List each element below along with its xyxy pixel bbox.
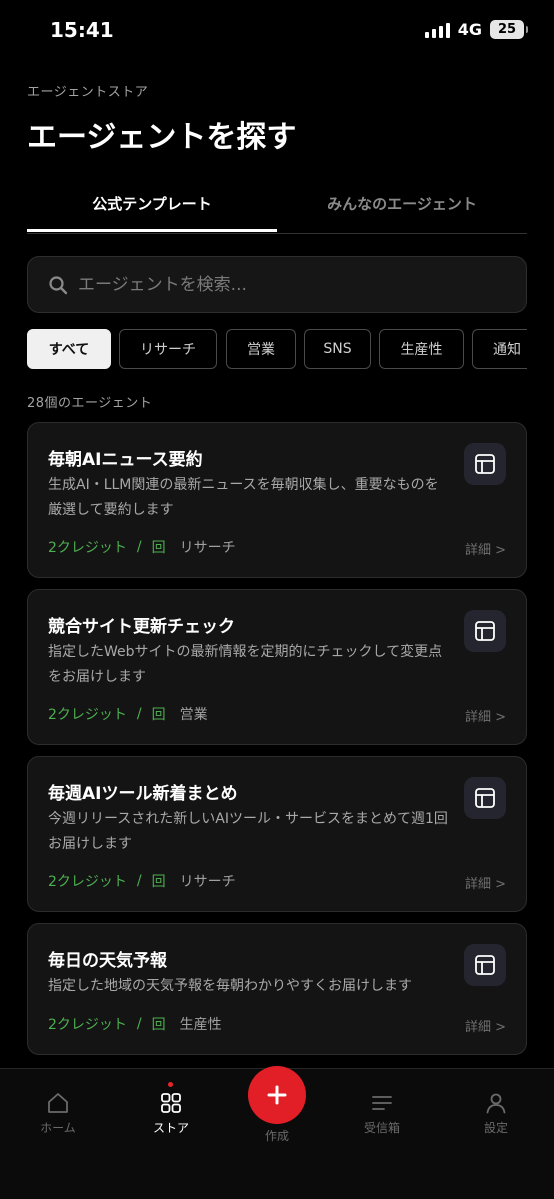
status-time: 15:41 [50, 18, 114, 42]
agent-credits: 2クレジット [48, 707, 127, 723]
chip-research[interactable]: リサーチ [119, 329, 217, 369]
nav-settings[interactable]: 設定 [456, 1091, 536, 1136]
agent-credits: 2クレジット [48, 540, 127, 556]
chip-sales[interactable]: 営業 [226, 329, 296, 369]
meta-per-run: 回 [151, 540, 166, 556]
home-icon [48, 1093, 68, 1113]
grid-icon [161, 1093, 181, 1113]
agent-description: 生成AI・LLM関連の最新ニュースを毎朝収集し、重要なものを厳選して要約します [48, 477, 439, 518]
template-icon [464, 443, 506, 485]
category-filter: すべて リサーチ 営業 SNS 生産性 通知 [27, 329, 527, 369]
cellular-signal-icon [424, 22, 450, 38]
agent-category: リサーチ [179, 874, 236, 890]
agent-meta: 2クレジット / 回 営業 [48, 704, 208, 724]
agent-meta: 2クレジット / 回 生産性 [48, 1014, 222, 1034]
tab-community-agents[interactable]: みんなのエージェント [277, 180, 527, 232]
nav-store[interactable]: ストア [131, 1082, 211, 1136]
meta-per-run: 回 [151, 1017, 166, 1033]
meta-separator: / [136, 873, 142, 889]
template-icon [464, 944, 506, 986]
user-icon [486, 1093, 506, 1114]
agent-category: 営業 [179, 707, 208, 723]
agent-category: 生産性 [179, 1017, 222, 1033]
chip-sns[interactable]: SNS [304, 329, 371, 369]
search-box [27, 256, 527, 313]
search-icon [49, 276, 68, 295]
active-dot [168, 1082, 173, 1087]
create-button[interactable] [248, 1066, 306, 1124]
nav-inbox-label: 受信箱 [363, 1121, 400, 1135]
agent-description: 指定した地域の天気予報を毎朝わかりやすくお届けします [48, 978, 412, 994]
agent-card[interactable]: 毎朝AIニュース要約 生成AI・LLM関連の最新ニュースを毎朝収集し、重要なもの… [27, 422, 527, 578]
chip-notification[interactable]: 通知 [472, 329, 527, 369]
agent-title: 毎日の天気予報 [48, 951, 167, 971]
status-indicators: 4G 25 [424, 20, 528, 39]
meta-per-run: 回 [151, 707, 166, 723]
nav-home[interactable]: ホーム [18, 1091, 98, 1136]
agent-count: 28個のエージェント [27, 396, 153, 411]
status-bar: 15:41 4G 25 [0, 0, 554, 62]
search-input[interactable] [78, 257, 508, 312]
agent-card[interactable]: 毎日の天気予報 指定した地域の天気予報を毎朝わかりやすくお届けします 2クレジッ… [27, 923, 527, 1055]
chip-productivity[interactable]: 生産性 [379, 329, 464, 369]
agent-description: 今週リリースされた新しいAIツール・サービスをまとめて週1回お届けします [48, 811, 448, 852]
template-icon [464, 610, 506, 652]
detail-link[interactable]: 詳細 > [465, 873, 506, 892]
nav-store-label: ストア [152, 1121, 189, 1135]
meta-separator: / [136, 706, 142, 722]
agent-title: 競合サイト更新チェック [48, 617, 235, 637]
page-title: エージェントを探す [27, 120, 297, 155]
nav-settings-label: 設定 [483, 1121, 508, 1135]
template-icon [464, 777, 506, 819]
meta-per-run: 回 [151, 874, 166, 890]
network-type: 4G [457, 20, 482, 39]
agent-card[interactable]: 競合サイト更新チェック 指定したWebサイトの最新情報を定期的にチェックして変更… [27, 589, 527, 745]
agent-category: リサーチ [179, 540, 236, 556]
plus-icon [267, 1085, 287, 1105]
list-icon [372, 1096, 392, 1110]
agent-card[interactable]: 毎週AIツール新着まとめ 今週リリースされた新しいAIツール・サービスをまとめて… [27, 756, 527, 912]
agent-description: 指定したWebサイトの最新情報を定期的にチェックして変更点をお届けします [48, 644, 443, 685]
detail-link[interactable]: 詳細 > [465, 1016, 506, 1035]
battery-icon: 25 [490, 20, 528, 39]
tab-bar: 公式テンプレート みんなのエージェント [27, 180, 527, 234]
breadcrumb: エージェントストア [27, 85, 149, 100]
detail-link[interactable]: 詳細 > [465, 539, 506, 558]
meta-separator: / [136, 539, 142, 555]
battery-level: 25 [497, 22, 517, 37]
agent-meta: 2クレジット / 回 リサーチ [48, 871, 236, 891]
tab-official-templates[interactable]: 公式テンプレート [27, 180, 277, 232]
create-label: 作成 [264, 1129, 289, 1143]
agent-credits: 2クレジット [48, 874, 127, 890]
meta-separator: / [136, 1016, 142, 1032]
agent-credits: 2クレジット [48, 1017, 127, 1033]
agent-meta: 2クレジット / 回 リサーチ [48, 537, 236, 557]
nav-home-label: ホーム [40, 1121, 76, 1135]
chip-all[interactable]: すべて [27, 329, 111, 369]
agent-title: 毎朝AIニュース要約 [48, 450, 203, 470]
detail-link[interactable]: 詳細 > [465, 706, 506, 725]
agent-title: 毎週AIツール新着まとめ [48, 784, 238, 804]
nav-inbox[interactable]: 受信箱 [342, 1091, 422, 1136]
